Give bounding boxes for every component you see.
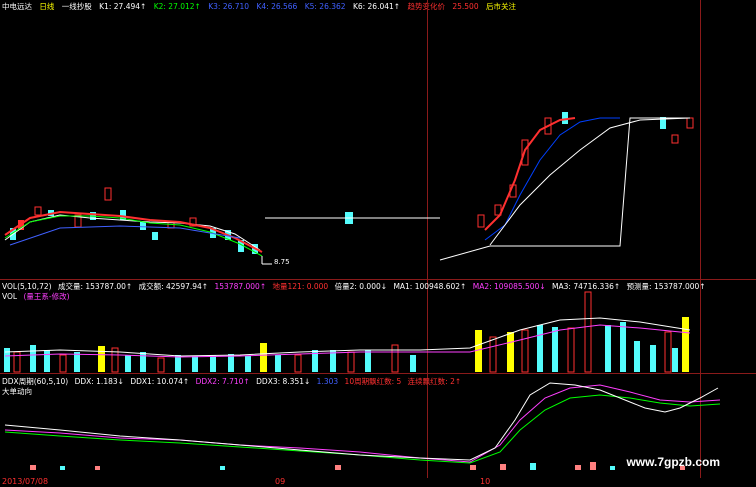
- vol-sub-name: VOL: [2, 292, 18, 301]
- candle: [34, 206, 42, 216]
- vol-ma1: MA1: 100948.602↑: [393, 282, 467, 291]
- ddx-bars: [30, 462, 685, 470]
- candle: [152, 232, 158, 240]
- vol-ratio: 倍量2: 0.000↓: [334, 282, 388, 291]
- candlesticks: [10, 112, 694, 254]
- vol-ma2: MA2: 109085.500↓: [472, 282, 546, 291]
- date-axis: 2013/07/08 09 10: [0, 477, 756, 487]
- ddx3-value: DDX3: 8.351↓: [256, 377, 311, 386]
- ddx4-value: 1.303: [316, 377, 339, 386]
- date-label: 2013/07/08: [2, 477, 49, 486]
- candle: [477, 214, 485, 228]
- vol-amount: 成交额: 42597.94↑: [138, 282, 209, 291]
- low-price-label: 8.75: [274, 258, 290, 266]
- vol-value: 153787.000↑: [214, 282, 267, 291]
- volume-header: VOL(5,10,72) 成交量: 153787.00↑ 成交额: 42597.…: [2, 281, 710, 292]
- vol-sub-note: (量王系-修改): [23, 292, 70, 301]
- vol-huge: 地量121: 0.000: [272, 282, 329, 291]
- vol-forecast: 预测量: 153787.000↑: [626, 282, 706, 291]
- ddx-red-days: 10周期飘红数: 5: [344, 377, 402, 386]
- date-label: 09: [275, 477, 286, 486]
- vol-ma3: MA3: 74716.336↑: [552, 282, 621, 291]
- volume-bars: [4, 291, 689, 373]
- ddx-continuous: 连续飘红数: 2↑: [407, 377, 462, 386]
- watermark: www.7gpzb.com: [626, 455, 720, 469]
- ddx-header: DDX周期(60,5,10) DDX: 1.183↓ DDX1: 10.074↑…: [2, 376, 465, 387]
- vol-volume: 成交量: 153787.00↑: [57, 282, 133, 291]
- chart-canvas[interactable]: [0, 0, 756, 487]
- ddx-subheader: 大单动向: [2, 386, 36, 397]
- volume-subheader: VOL (量王系-修改): [2, 291, 74, 302]
- ddx-name[interactable]: DDX周期(60,5,10): [2, 377, 68, 386]
- candle: [104, 187, 112, 201]
- candle: [686, 117, 694, 129]
- date-label: 10: [480, 477, 491, 486]
- ddx-lines: [4, 382, 721, 464]
- candle: [671, 134, 679, 144]
- vol-name[interactable]: VOL(5,10,72): [2, 282, 52, 291]
- candle: [140, 222, 146, 230]
- ddx2-value: DDX2: 7.710↑: [195, 377, 250, 386]
- ddx1-value: DDX1: 10.074↑: [130, 377, 190, 386]
- ddx-value: DDX: 1.183↓: [74, 377, 124, 386]
- ddx-sub-name: 大单动向: [2, 387, 32, 396]
- candle: [562, 112, 568, 124]
